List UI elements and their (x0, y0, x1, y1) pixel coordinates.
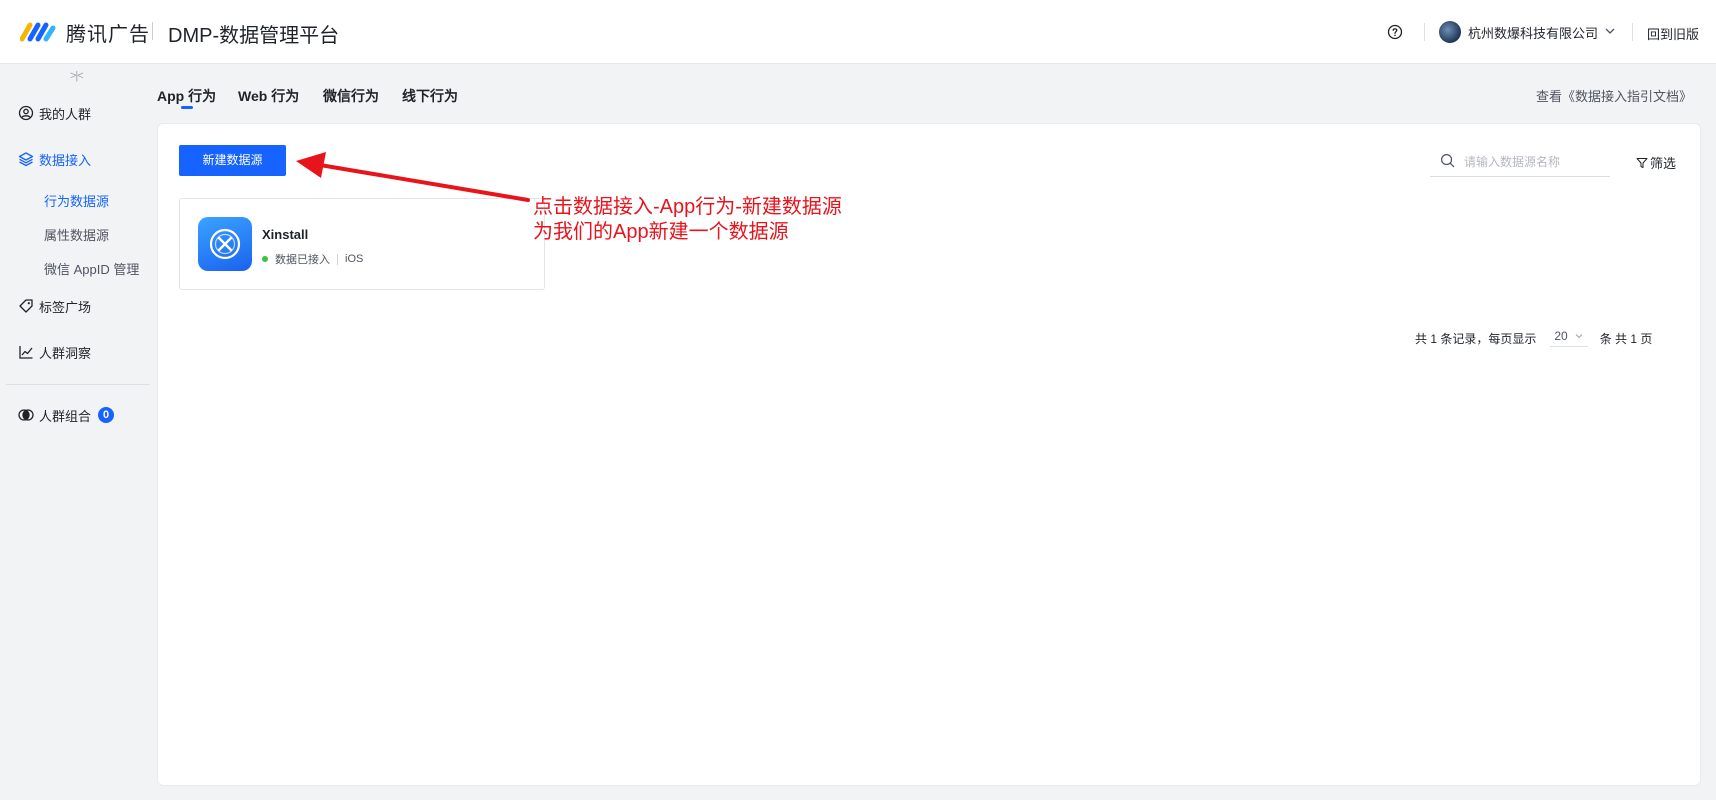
status-dot (262, 256, 268, 262)
tab-wechat-behavior[interactable]: 微信行为 (323, 86, 379, 106)
help-icon[interactable] (1387, 24, 1403, 40)
annotation-text-line2: 为我们的App新建一个数据源 (533, 221, 789, 243)
brand-name: 腾讯广告 (66, 24, 150, 46)
page-size-value: 20 (1554, 329, 1568, 343)
sidebar-divider (6, 384, 150, 385)
count-badge: 0 (98, 407, 115, 423)
chevron-down-icon[interactable] (1604, 25, 1616, 37)
platform-text: iOS (345, 253, 364, 265)
sidebar-subitem-wechat-appid[interactable]: 微信 AppID 管理 (44, 259, 139, 278)
pagination-suffix: 条 共 1 页 (1599, 331, 1653, 346)
user-circle-icon (18, 105, 34, 121)
filter-icon (1636, 157, 1648, 168)
header-divider (1632, 23, 1633, 41)
avatar[interactable] (1439, 21, 1461, 43)
platform-title: DMP-数据管理平台 (168, 25, 340, 47)
sidebar-item-my-audience[interactable]: 我的人群 (18, 102, 91, 124)
header-divider (152, 22, 153, 40)
sidebar-item-label: 人群组合 (39, 408, 92, 424)
datasource-name: Xinstall (262, 227, 309, 242)
sidebar-item-label: 我的人群 (39, 106, 92, 122)
tab-offline-behavior[interactable]: 线下行为 (402, 86, 458, 106)
tab-web-behavior[interactable]: Web 行为 (238, 86, 299, 106)
filter-button[interactable]: 筛选 (1636, 153, 1676, 172)
sidebar-item-label: 标签广场 (39, 299, 92, 315)
back-to-old-version-link[interactable]: 回到旧版 (1647, 24, 1699, 43)
new-datasource-button[interactable]: 新建数据源 (179, 145, 286, 176)
filter-label: 筛选 (1650, 156, 1677, 171)
pagination: 共 1 条记录，每页显示 20 条 共 1 页 (1415, 329, 1652, 347)
datasource-status: 数据已接入 iOS (262, 251, 363, 267)
search-box (1430, 147, 1610, 177)
company-name[interactable]: 杭州数爆科技有限公司 (1468, 23, 1598, 42)
annotation-arrow (296, 152, 530, 202)
layers-icon (18, 152, 34, 167)
line-chart-icon (19, 346, 33, 359)
xinstall-logo-icon (209, 228, 241, 260)
sidebar-item-tag-square[interactable]: 标签广场 (18, 295, 91, 317)
page-size-select[interactable]: 20 (1550, 329, 1588, 347)
sidebar-item-label: 数据接入 (39, 152, 92, 168)
sidebar-item-data-access[interactable]: 数据接入 (18, 148, 91, 170)
doc-guide-link[interactable]: 查看《数据接入指引文档》 (1536, 86, 1692, 105)
active-tab-indicator (181, 106, 193, 109)
sidebar: >|< 我的人群 数据接入 行为数据源 属性数据源 微信 AppID 管理 标签… (0, 64, 156, 800)
tag-icon (19, 299, 33, 313)
sidebar-subitem-attribute-datasource[interactable]: 属性数据源 (44, 225, 109, 244)
top-header: 腾讯广告 DMP-数据管理平台 杭州数爆科技有限公司 回到旧版 (0, 0, 1716, 64)
xinstall-app-icon (198, 217, 252, 271)
sidebar-item-audience-insight[interactable]: 人群洞察 (18, 341, 91, 363)
tencent-ads-logo[interactable] (20, 19, 60, 43)
sidebar-item-audience-combination[interactable]: 人群组合 0 (18, 404, 115, 426)
status-text: 数据已接入 (275, 254, 330, 266)
search-icon (1440, 153, 1455, 168)
sidebar-subitem-behavior-datasource[interactable]: 行为数据源 (44, 191, 109, 210)
sidebar-item-label: 人群洞察 (39, 345, 92, 361)
search-input[interactable] (1464, 151, 1604, 173)
datasource-card[interactable]: Xinstall 数据已接入 iOS (179, 198, 545, 290)
overlap-circles-icon (18, 409, 34, 421)
pagination-summary: 共 1 条记录，每页显示 (1415, 331, 1537, 346)
collapse-sidebar-icon[interactable]: >|< (70, 70, 84, 82)
chevron-down-icon (1575, 334, 1583, 339)
header-divider (1424, 23, 1425, 41)
tab-app-behavior[interactable]: App 行为 (157, 86, 216, 106)
divider (337, 253, 338, 265)
